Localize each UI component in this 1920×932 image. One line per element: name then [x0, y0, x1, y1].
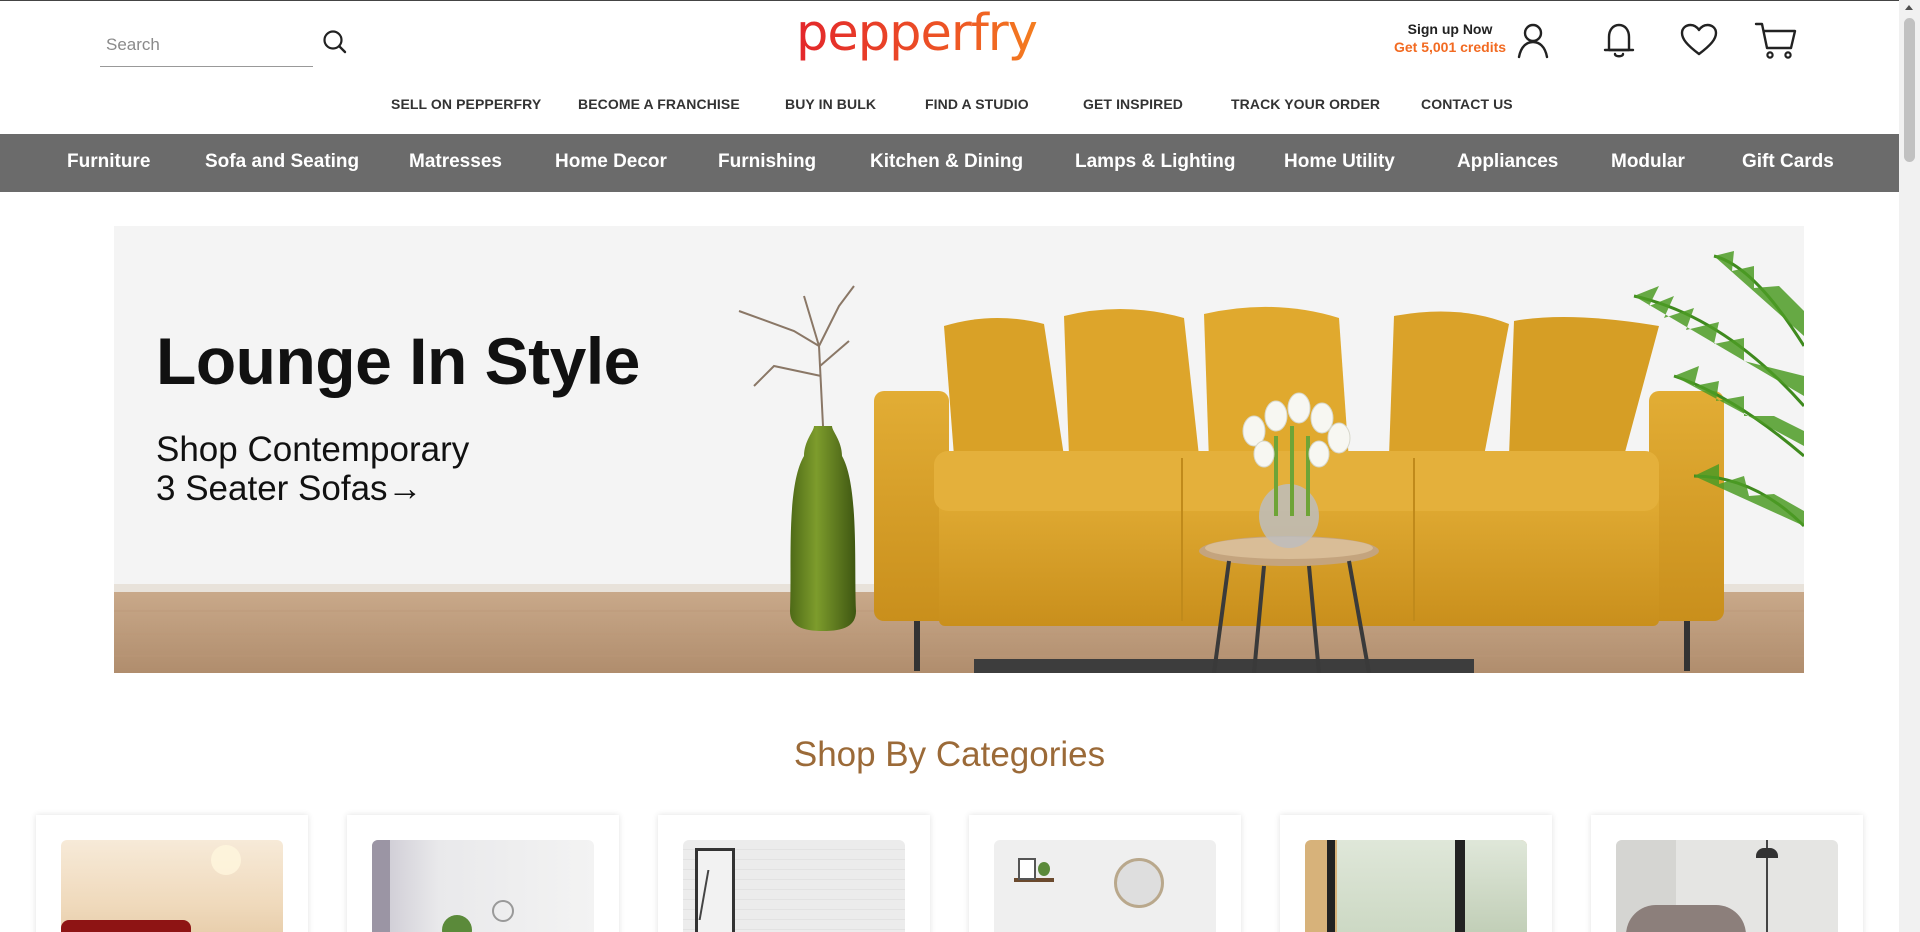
category-card[interactable]	[1591, 815, 1863, 932]
category-sofa-and-seating[interactable]: Sofa and Seating	[205, 151, 359, 173]
banner-subtitle-line2: 3 Seater Sofas→	[156, 469, 423, 508]
category-card-image	[994, 840, 1216, 932]
banner-title: Lounge In Style	[156, 324, 640, 398]
cart-icon[interactable]	[1754, 20, 1798, 60]
nav-become-a-franchise[interactable]: BECOME A FRANCHISE	[578, 96, 740, 112]
category-card-image	[683, 840, 905, 932]
category-matresses[interactable]: Matresses	[409, 151, 502, 173]
hero-banner[interactable]: Lounge In Style Shop Contemporary 3 Seat…	[114, 226, 1804, 673]
category-card[interactable]	[1280, 815, 1552, 932]
heart-icon[interactable]	[1679, 20, 1719, 60]
signup-label: Sign up Now	[1407, 21, 1493, 37]
nav-track-your-order[interactable]: TRACK YOUR ORDER	[1231, 96, 1380, 112]
signup-link[interactable]: Sign up Now Get 5,001 credits	[1370, 21, 1530, 55]
scrollbar-thumb[interactable]	[1904, 18, 1915, 162]
bell-icon[interactable]	[1599, 20, 1639, 60]
category-card-image	[1305, 840, 1527, 932]
search-input[interactable]	[100, 30, 312, 60]
banner-subtitle-line1: Shop Contemporary	[156, 430, 470, 469]
top-nav: SELL ON PEPPERFRY BECOME A FRANCHISE BUY…	[0, 96, 1899, 118]
category-card[interactable]	[969, 815, 1241, 932]
page: pepperfry Sign up Now Get 5,001 credits	[0, 0, 1899, 932]
category-card-image	[61, 840, 283, 932]
category-lamps-lighting[interactable]: Lamps & Lighting	[1075, 151, 1235, 173]
banner-cta[interactable]: Shop Contemporary 3 Seater Sofas→	[156, 430, 469, 508]
scroll-up-arrow-icon[interactable]	[1905, 5, 1913, 10]
category-card[interactable]	[658, 815, 930, 932]
category-card[interactable]	[347, 815, 619, 932]
category-gift-cards[interactable]: Gift Cards	[1742, 151, 1834, 173]
user-icon[interactable]	[1513, 20, 1553, 60]
category-kitchen-dining[interactable]: Kitchen & Dining	[870, 151, 1023, 173]
nav-find-a-studio[interactable]: FIND A STUDIO	[925, 96, 1029, 112]
top-border	[0, 0, 1899, 1]
search-icon[interactable]	[320, 27, 350, 57]
category-card-image	[1616, 840, 1838, 932]
category-furniture[interactable]: Furniture	[67, 151, 150, 173]
category-cards	[0, 815, 1899, 932]
category-home-utility[interactable]: Home Utility	[1284, 151, 1395, 173]
page-scrollbar[interactable]	[1899, 0, 1920, 932]
nav-sell-on-pepperfry[interactable]: SELL ON PEPPERFRY	[391, 96, 541, 112]
category-modular[interactable]: Modular	[1611, 151, 1685, 173]
search-box	[100, 24, 313, 67]
category-card-image	[372, 840, 594, 932]
logo[interactable]: pepperfry	[796, 4, 1038, 63]
category-bar: Furniture Sofa and Seating Matresses Hom…	[0, 134, 1899, 192]
nav-buy-in-bulk[interactable]: BUY IN BULK	[785, 96, 876, 112]
nav-contact-us[interactable]: CONTACT US	[1421, 96, 1513, 112]
category-home-decor[interactable]: Home Decor	[555, 151, 667, 173]
signup-credits: Get 5,001 credits	[1393, 39, 1507, 55]
category-appliances[interactable]: Appliances	[1457, 151, 1558, 173]
category-furnishing[interactable]: Furnishing	[718, 151, 816, 173]
nav-get-inspired[interactable]: GET INSPIRED	[1083, 96, 1183, 112]
category-card[interactable]	[36, 815, 308, 932]
section-title: Shop By Categories	[793, 735, 1106, 774]
